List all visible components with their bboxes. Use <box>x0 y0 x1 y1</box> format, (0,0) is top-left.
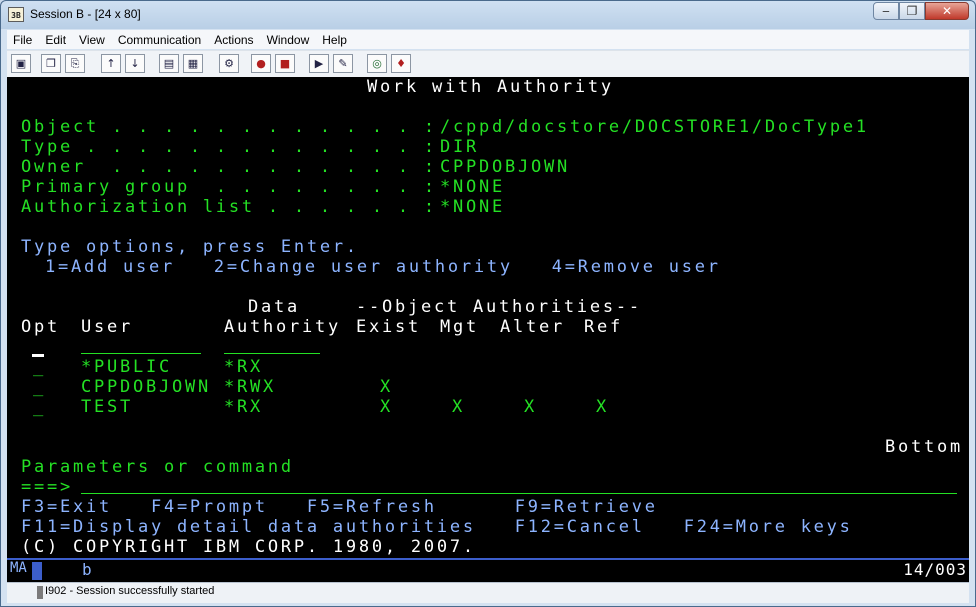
display-icon[interactable]: ▤ <box>159 54 179 73</box>
menu-help[interactable]: Help <box>316 33 353 47</box>
status-message: I902 - Session successfully started <box>45 585 215 597</box>
field-label-authorization-list: Authorization list . . . . . . : <box>21 197 437 217</box>
menu-edit[interactable]: Edit <box>39 33 72 47</box>
globe-icon[interactable]: ◎ <box>367 54 387 73</box>
support-icon[interactable]: ♦ <box>391 54 411 73</box>
row-authority: *RX <box>224 357 263 377</box>
row-option-input[interactable]: _ <box>33 357 46 377</box>
terminal-screen[interactable]: Work with Authority Object . . . . . . .… <box>7 77 969 558</box>
receive-file-icon[interactable]: ↓ <box>125 54 145 73</box>
row-exist: X <box>380 377 393 397</box>
command-line-input[interactable] <box>81 493 957 494</box>
customize-icon[interactable]: ⚙ <box>219 54 239 73</box>
command-prompt: ===> <box>21 477 73 497</box>
restore-icon: ❐ <box>906 4 918 18</box>
minimize-icon: ‒ <box>882 4 890 18</box>
column-header-alter: Alter <box>500 317 565 337</box>
user-entry-field[interactable] <box>81 353 201 354</box>
row-exist: X <box>380 397 393 417</box>
function-keys-line-1[interactable]: F3=Exit F4=Prompt F5=Refresh F9=Retrieve <box>21 497 658 517</box>
bottom-indicator: Bottom <box>885 437 963 457</box>
macro-stop-icon[interactable]: ■ <box>275 54 295 73</box>
row-user: *PUBLIC <box>81 357 172 377</box>
macro-play-icon[interactable]: ▶ <box>309 54 329 73</box>
keypad-icon[interactable]: ▦ <box>183 54 203 73</box>
toolbar: ▣ ❐ ⎘ ↑ ↓ ▤ ▦ ⚙ ● ■ ▶ ✎ ◎ ♦ <box>7 50 969 79</box>
authority-entry-field[interactable] <box>224 353 320 354</box>
parameters-label: Parameters or command <box>21 457 294 477</box>
paste-icon[interactable]: ⎘ <box>65 54 85 73</box>
menu-actions[interactable]: Actions <box>208 33 259 47</box>
restore-button[interactable]: ❐ <box>899 2 925 20</box>
send-file-icon[interactable]: ↑ <box>101 54 121 73</box>
session-app-icon[interactable]: 3B <box>8 7 24 22</box>
oia-session-indicator: b <box>82 560 92 579</box>
row-ref: X <box>596 397 609 417</box>
menu-file[interactable]: File <box>7 33 38 47</box>
close-button[interactable]: ✕ <box>925 2 969 20</box>
field-value-primary-group: *NONE <box>440 177 505 197</box>
window-controls: ‒ ❐ ✕ <box>873 2 969 20</box>
menu-view[interactable]: View <box>73 33 111 47</box>
field-label-owner: Owner . . . . . . . . . . . . : <box>21 157 437 177</box>
instructions-text: Type options, press Enter. <box>21 237 359 257</box>
emulator-window: 3B Session B - [24 x 80] ‒ ❐ ✕ File Edit… <box>0 0 976 607</box>
function-keys-line-2[interactable]: F11=Display detail data authorities F12=… <box>21 517 853 537</box>
column-header-exist: Exist <box>356 317 421 337</box>
row-authority: *RWX <box>224 377 276 397</box>
row-mgt: X <box>452 397 465 417</box>
window-title: Session B - [24 x 80] <box>30 7 141 21</box>
macro-edit-icon[interactable]: ✎ <box>333 54 353 73</box>
copy-icon[interactable]: ❐ <box>41 54 61 73</box>
menu-window[interactable]: Window <box>261 33 316 47</box>
oia-cursor-block <box>32 562 42 580</box>
field-label-primary-group: Primary group . . . . . . . . : <box>21 177 437 197</box>
row-option-input[interactable]: _ <box>33 377 46 397</box>
row-user: TEST <box>81 397 133 417</box>
copyright-notice: (C) COPYRIGHT IBM CORP. 1980, 2007. <box>21 537 476 557</box>
operator-information-area: MA b 14/003 <box>7 558 969 582</box>
table-row: _ TEST *RX X X X X <box>7 397 969 417</box>
column-header-opt: Opt <box>21 317 60 337</box>
close-icon: ✕ <box>941 4 953 18</box>
field-label-object: Object . . . . . . . . . . . . : <box>21 117 437 137</box>
field-value-object: /cppd/docstore/DOCSTORE1/DocType1 <box>440 117 869 137</box>
status-bar: I902 - Session successfully started <box>7 582 969 603</box>
cursor-position: 14/003 <box>903 560 967 579</box>
row-user: CPPDOBJOWN <box>81 377 211 397</box>
options-list: 1=Add user 2=Change user authority 4=Rem… <box>45 257 721 277</box>
oia-mode: MA <box>10 560 27 576</box>
screen-title: Work with Authority <box>367 77 614 97</box>
minimize-button[interactable]: ‒ <box>873 2 899 20</box>
row-alter: X <box>524 397 537 417</box>
menu-bar: File Edit View Communication Actions Win… <box>7 30 969 49</box>
table-row: _ *PUBLIC *RX <box>7 357 969 377</box>
column-header-mgt: Mgt <box>440 317 479 337</box>
table-row: _ CPPDOBJOWN *RWX X <box>7 377 969 397</box>
column-header-ref: Ref <box>584 317 623 337</box>
field-value-type: DIR <box>440 137 479 157</box>
title-bar[interactable]: 3B Session B - [24 x 80] ‒ ❐ ✕ <box>1 1 975 29</box>
field-value-owner: CPPDOBJOWN <box>440 157 570 177</box>
macro-record-icon[interactable]: ● <box>251 54 271 73</box>
print-screen-icon[interactable]: ▣ <box>11 54 31 73</box>
column-header-user: User <box>81 317 133 337</box>
menu-communication[interactable]: Communication <box>112 33 207 47</box>
row-option-input[interactable]: _ <box>33 397 46 417</box>
column-header-authority: Authority <box>224 317 341 337</box>
row-authority: *RX <box>224 397 263 417</box>
status-icon <box>37 586 43 599</box>
field-value-authorization-list: *NONE <box>440 197 505 217</box>
column-header-data: Data <box>248 297 300 317</box>
field-label-type: Type . . . . . . . . . . . . . : <box>21 137 437 157</box>
column-header-object-authorities: --Object Authorities-- <box>356 297 642 317</box>
